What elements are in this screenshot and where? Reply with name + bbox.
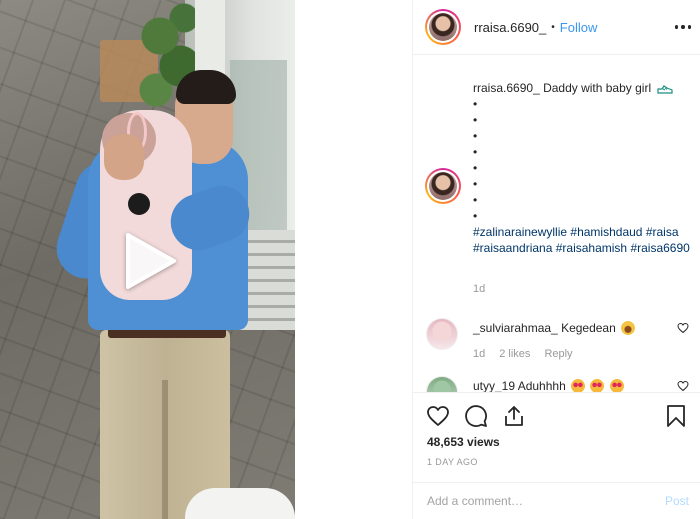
comment-avatar[interactable]: [426, 376, 458, 392]
comment-icon: [465, 405, 487, 427]
running-shoe-icon: [657, 84, 674, 94]
post-video[interactable]: [0, 0, 295, 519]
comment-text: Kegedean: [561, 321, 616, 335]
more-icon[interactable]: [675, 20, 691, 34]
heart-icon: [427, 406, 449, 426]
post-header: rraisa.6690_ • Follow: [413, 0, 700, 55]
caption-bullet: •: [473, 193, 478, 207]
hashtag-link[interactable]: #raisa: [646, 225, 679, 239]
comment-heart-icon[interactable]: [677, 380, 689, 392]
play-button[interactable]: [117, 228, 183, 294]
hashtag-link[interactable]: #zalinarainewyllie: [473, 225, 567, 239]
caption-bullet: •: [473, 209, 478, 223]
follow-button[interactable]: Follow: [560, 20, 598, 35]
caption-bullets: • • • • • • • •: [473, 96, 695, 224]
comment-button[interactable]: [463, 403, 489, 429]
hashtag-link[interactable]: #hamishdaud: [570, 225, 642, 239]
hashtag-link[interactable]: #raisahamish: [556, 241, 627, 255]
caption-text: Daddy with baby girl: [543, 81, 652, 95]
comment-timestamp[interactable]: 1d: [473, 348, 485, 360]
comment-form: Post: [413, 482, 700, 519]
hashtag-link[interactable]: #raisaandriana: [473, 241, 552, 255]
reply-button[interactable]: Reply: [544, 348, 572, 360]
caption-hashtags: #zalinarainewyllie #hamishdaud #raisa #r…: [473, 224, 695, 256]
caption-bullet: •: [473, 177, 478, 191]
comment-likes[interactable]: 2 likes: [499, 348, 530, 360]
caption-username[interactable]: rraisa.6690_: [473, 81, 540, 95]
comment-text: Aduhhhh: [517, 379, 566, 392]
laughing-emoji-icon: [621, 321, 636, 335]
avatar[interactable]: [425, 9, 461, 45]
header-username[interactable]: rraisa.6690_: [474, 20, 546, 35]
heart-eyes-emoji-icon: [590, 379, 605, 392]
comment-heart-icon[interactable]: [677, 322, 689, 334]
caption-avatar[interactable]: [425, 168, 461, 204]
comments-list[interactable]: rraisa.6690_ Daddy with baby girl • • • …: [413, 56, 700, 392]
comment-username[interactable]: utyy_19: [473, 379, 515, 392]
comment-input[interactable]: [427, 494, 665, 508]
post-actions: 48,653 views 1 DAY AGO: [413, 392, 700, 482]
share-icon: [505, 406, 523, 426]
caption-bullet: •: [473, 97, 478, 111]
caption-bullet: •: [473, 113, 478, 127]
like-button[interactable]: [425, 403, 451, 429]
header-separator: •: [551, 21, 555, 33]
play-icon: [126, 233, 176, 289]
hashtag-link[interactable]: #raisa6690: [630, 241, 689, 255]
caption: rraisa.6690_ Daddy with baby girl • • • …: [473, 80, 695, 256]
post-timestamp[interactable]: 1 DAY AGO: [427, 457, 478, 467]
post-comment-button[interactable]: Post: [665, 494, 689, 508]
caption-bullet: •: [473, 145, 478, 159]
caption-bullet: •: [473, 161, 478, 175]
view-count[interactable]: 48,653 views: [427, 435, 500, 449]
caption-bullet: •: [473, 129, 478, 143]
post-panel: rraisa.6690_ • Follow rraisa.6690_ Daddy…: [412, 0, 700, 519]
save-button[interactable]: [663, 403, 689, 429]
comment-avatar[interactable]: [426, 318, 458, 350]
comment-username[interactable]: _sulviarahmaa_: [473, 321, 558, 335]
heart-eyes-emoji-icon: [609, 379, 624, 392]
caption-timestamp[interactable]: 1d: [473, 283, 485, 295]
heart-eyes-emoji-icon: [571, 379, 586, 392]
share-button[interactable]: [501, 403, 527, 429]
bookmark-icon: [667, 405, 685, 427]
